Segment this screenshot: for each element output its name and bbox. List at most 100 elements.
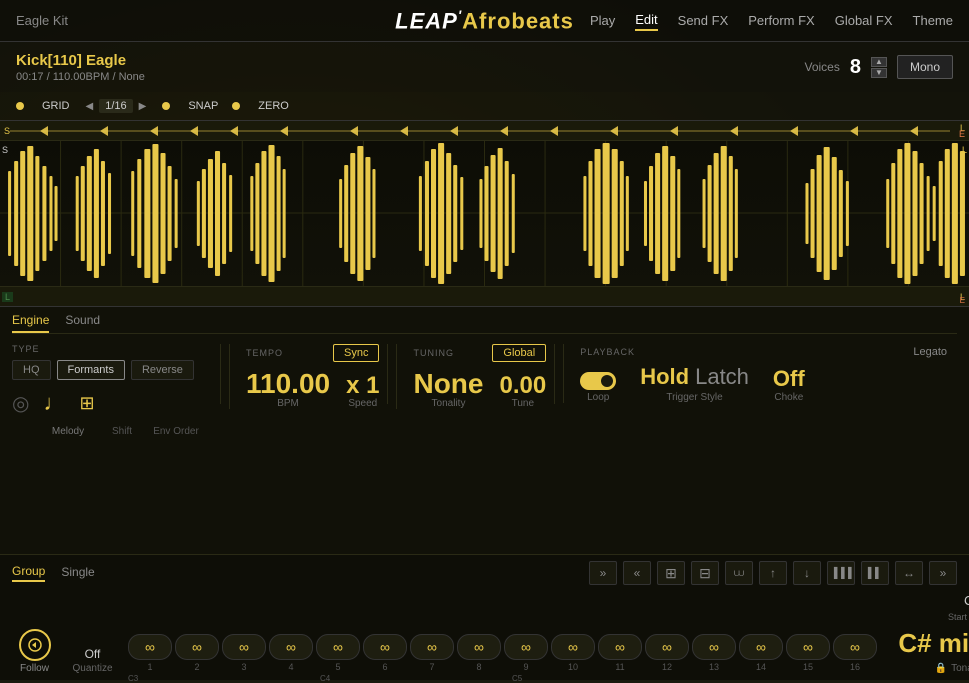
step-btn-2[interactable]: ∞ [175, 634, 219, 660]
grid-prev-btn[interactable]: ◀ [84, 101, 96, 112]
step-num-9: 9 [504, 662, 548, 672]
seq-bars-btn[interactable]: ⩊ [725, 561, 753, 585]
legato-button[interactable]: Legato [903, 344, 957, 360]
app-container: Eagle Kit LEAP'Afrobeats Play Edit Send … [0, 0, 969, 680]
right-panel: C-3 Start Key C# min 🔒 Tonality [885, 593, 969, 674]
quantize-section: Off Quantize [65, 647, 120, 674]
seq-arrow-h-btn[interactable]: ↔ [895, 561, 923, 585]
seq-double-left-btn[interactable]: « [623, 561, 651, 585]
seq-tab-group[interactable]: Group [12, 564, 45, 582]
divider-2 [387, 344, 388, 404]
tab-sound[interactable]: Sound [65, 313, 100, 333]
trigger-style: Hold Latch [640, 364, 749, 390]
step-num-13: 13 [692, 662, 736, 672]
tonality-text: Tonality [951, 663, 969, 674]
step-btn-9[interactable]: ∞ [504, 634, 548, 660]
step-btn-14[interactable]: ∞ [739, 634, 783, 660]
seq-down-btn[interactable]: ↓ [793, 561, 821, 585]
start-key-value: C-3 [964, 593, 969, 608]
bpm-label: BPM [277, 398, 299, 409]
track-key: None [119, 71, 145, 83]
nav-send-fx[interactable]: Send FX [678, 11, 729, 30]
seq-controls: » « ⊞ ⊟ ⩊ ↑ ↓ ▐▐▐ ▌▌ ↔ » [589, 561, 957, 585]
step-btn-15[interactable]: ∞ [786, 634, 830, 660]
engine-controls: TYPE HQ Formants Reverse ◎ ♩ ⊞ Melody [12, 340, 957, 441]
reverse-button[interactable]: Reverse [131, 360, 194, 380]
waveform-main[interactable]: S L [0, 141, 969, 286]
marker-strip-top[interactable]: S [0, 121, 969, 141]
step-num-4: 4 [269, 662, 313, 672]
divider-1 [220, 344, 221, 404]
nav-perform-fx[interactable]: Perform FX [748, 11, 814, 30]
tune-value: 0.00 [499, 374, 546, 398]
voices-down-arrow[interactable]: ▼ [871, 68, 887, 78]
follow-section: Follow [12, 629, 57, 674]
step-btn-8[interactable]: ∞ [457, 634, 501, 660]
waveform-svg [0, 141, 969, 286]
step-btn-4[interactable]: ∞ [269, 634, 313, 660]
top-nav: Eagle Kit LEAP'Afrobeats Play Edit Send … [0, 0, 969, 42]
step-btn-12[interactable]: ∞ [645, 634, 689, 660]
tab-engine[interactable]: Engine [12, 313, 49, 333]
sequencer-section: Group Single » « ⊞ ⊟ ⩊ ↑ ↓ ▐▐▐ ▌▌ ↔ » [0, 554, 969, 680]
mono-button[interactable]: Mono [897, 55, 953, 79]
global-button[interactable]: Global [492, 344, 546, 362]
step-btn-13[interactable]: ∞ [692, 634, 736, 660]
sync-button[interactable]: Sync [333, 344, 379, 362]
tune-label: Tune [512, 398, 534, 409]
seq-right2-btn[interactable]: » [929, 561, 957, 585]
voices-value: 8 [850, 56, 861, 79]
app-title: LEAP'Afrobeats [395, 7, 574, 34]
hq-button[interactable]: HQ [12, 360, 51, 380]
quantize-label: Quantize [72, 663, 112, 674]
step-num-16: 16 [833, 662, 877, 672]
follow-icon[interactable] [19, 629, 51, 661]
step-btn-7[interactable]: ∞ [410, 634, 454, 660]
step-btn-16[interactable]: ∞ [833, 634, 877, 660]
seq-double-right-btn[interactable]: » [589, 561, 617, 585]
nav-theme[interactable]: Theme [913, 11, 953, 30]
seq-up-btn[interactable]: ↑ [759, 561, 787, 585]
step-btn-10[interactable]: ∞ [551, 634, 595, 660]
step-num-8: 8 [457, 662, 501, 672]
nav-play[interactable]: Play [590, 11, 615, 30]
step-num-3: 3 [222, 662, 266, 672]
step-btn-3[interactable]: ∞ [222, 634, 266, 660]
step-num-6: 6 [363, 662, 407, 672]
nav-edit[interactable]: Edit [635, 10, 657, 31]
divider-3 [554, 344, 555, 404]
loop-toggle[interactable] [580, 372, 616, 390]
type-buttons: HQ Formants Reverse [12, 360, 212, 380]
note-c3: C3 [128, 674, 138, 683]
seq-pattern1-btn[interactable]: ⊞ [657, 561, 685, 585]
track-header: Kick[110] Eagle 00:17 / 110.00BPM / None… [0, 42, 969, 92]
seq-tonality-label: 🔒 Tonality [935, 663, 969, 674]
step-num-12: 12 [645, 662, 689, 672]
step-btn-5[interactable]: ∞ [316, 634, 360, 660]
voices-up-arrow[interactable]: ▲ [871, 57, 887, 67]
step-num-15: 15 [786, 662, 830, 672]
note-c4: C4 [320, 674, 330, 683]
trigger-label: Trigger Style [666, 392, 722, 403]
music-note-icon[interactable]: ♩ [43, 390, 65, 416]
voices-arrows: ▲ ▼ [871, 57, 887, 78]
step-btn-11[interactable]: ∞ [598, 634, 642, 660]
circle-icon[interactable]: ◎ [12, 391, 29, 416]
seq-vert1-btn[interactable]: ▐▐▐ [827, 561, 855, 585]
playback-values: Loop Hold Latch Trigger Style Off Choke [580, 364, 957, 403]
type-label: TYPE [12, 344, 212, 354]
waveform-bottom-strip: L L E [0, 286, 969, 306]
grid-dot [16, 102, 24, 110]
shift-label: Shift [102, 426, 142, 437]
grid-icon[interactable]: ⊞ [79, 393, 94, 414]
seq-vert2-btn[interactable]: ▌▌ [861, 561, 889, 585]
grid-next-btn[interactable]: ▶ [137, 101, 149, 112]
step-btn-1[interactable]: ∞ [128, 634, 172, 660]
formants-button[interactable]: Formants [57, 360, 125, 380]
speed-value: x 1 [346, 374, 379, 398]
seq-pattern2-btn[interactable]: ⊟ [691, 561, 719, 585]
nav-global-fx[interactable]: Global FX [835, 11, 893, 30]
tempo-label: TEMPO [246, 348, 283, 358]
step-btn-6[interactable]: ∞ [363, 634, 407, 660]
seq-tab-single[interactable]: Single [61, 565, 94, 581]
